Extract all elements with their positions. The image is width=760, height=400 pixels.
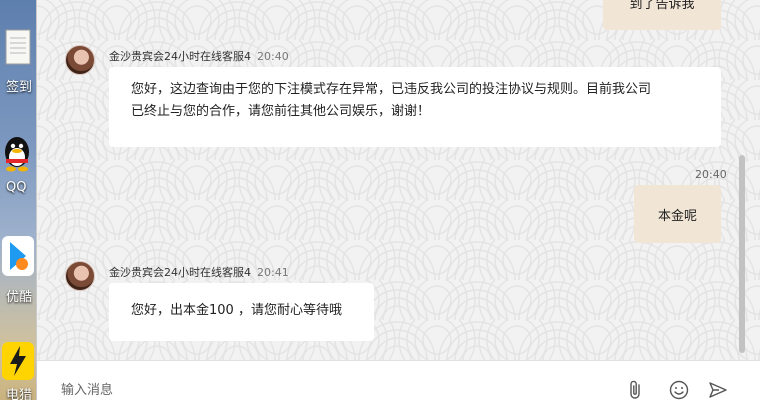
- sender-name: 金沙贵宾会24小时在线客服4: [109, 266, 251, 279]
- desktop-label-youku: 优酷: [6, 286, 32, 305]
- desktop-icon-youku[interactable]: 优酷: [0, 234, 36, 284]
- desktop-icon-accelerator[interactable]: 电猎: [0, 340, 36, 386]
- avatar[interactable]: [65, 45, 95, 75]
- desktop-label-qq: QQ: [6, 180, 26, 195]
- chat-scrollbar[interactable]: [739, 155, 745, 353]
- message-time: 20:41: [257, 266, 289, 279]
- paperclip-icon[interactable]: [625, 379, 647, 400]
- desktop-label-accelerator: 电猎: [6, 384, 32, 400]
- bubble-text: 到了告诉我: [629, 0, 694, 12]
- message-input[interactable]: [61, 379, 601, 400]
- chat-bubble-incoming: 您好，这边查询由于您的下注模式存在异常，已违反我公司的投注协议与规则。目前我公司…: [109, 67, 721, 147]
- send-icon[interactable]: [707, 379, 729, 400]
- bubble-text: 本金呢: [658, 205, 697, 224]
- desktop-label-notepad: 签到: [6, 76, 32, 95]
- chat-bubble-outgoing: 本金呢: [634, 185, 721, 243]
- message-header: 金沙贵宾会24小时在线客服4 20:41: [109, 264, 289, 280]
- sender-name: 金沙贵宾会24小时在线客服4: [109, 50, 251, 63]
- bubble-text-line: 您好，这边查询由于您的下注模式存在异常，已违反我公司的投注协议与规则。目前我公司: [131, 79, 699, 101]
- desktop-strip: 签到 QQ 优酷 电猎: [0, 0, 36, 400]
- desktop-icon-notepad[interactable]: 签到: [0, 28, 36, 80]
- bubble-text: 您好，出本金100 ，请您耐心等待哦: [131, 303, 342, 318]
- avatar[interactable]: [65, 261, 95, 291]
- message-time: 20:40: [257, 50, 289, 63]
- desktop-icon-qq[interactable]: QQ: [0, 130, 36, 184]
- message-header: 金沙贵宾会24小时在线客服4 20:40: [109, 48, 289, 64]
- lightning-icon: [0, 340, 36, 382]
- chat-bubble-outgoing: 到了告诉我: [603, 0, 721, 30]
- chat-window: 到了告诉我 金沙贵宾会24小时在线客服4 20:40 您好，这边查询由于您的下注模…: [36, 0, 760, 400]
- bubble-text-line: 已终止与您的合作，请您前往其他公司娱乐，谢谢！: [131, 101, 699, 123]
- message-time: 20:40: [695, 168, 727, 181]
- notepad-icon: [0, 28, 36, 76]
- chat-bubble-incoming: 您好，出本金100 ，请您耐心等待哦: [109, 283, 374, 341]
- youku-icon: [0, 234, 36, 280]
- emoji-icon[interactable]: [668, 379, 690, 400]
- qq-penguin-icon: [0, 130, 36, 180]
- message-input-bar: [37, 360, 760, 400]
